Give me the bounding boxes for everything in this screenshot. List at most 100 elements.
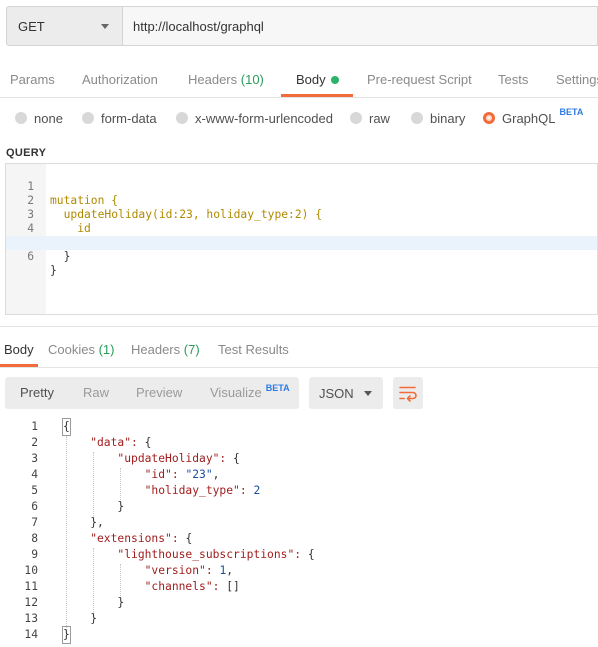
- line-content: "data": {: [63, 436, 152, 449]
- response-tab-headers[interactable]: Headers (7): [131, 336, 200, 366]
- line-number: 14: [24, 628, 38, 641]
- radio-selected-icon: [483, 112, 495, 124]
- line-content: }: [50, 250, 71, 263]
- line-content: "holiday_type": 2: [63, 484, 261, 497]
- wrap-lines-button[interactable]: [393, 377, 423, 409]
- tab-label: Authorization: [82, 72, 158, 87]
- line-content: }: [63, 612, 98, 625]
- radio-circle-icon: [15, 112, 27, 124]
- radio-circle-icon: [411, 112, 423, 124]
- radio-circle-icon: [350, 112, 362, 124]
- response-tab-body[interactable]: Body: [4, 336, 34, 366]
- line-content: "id": "23",: [63, 468, 220, 481]
- radio-none[interactable]: none: [15, 104, 63, 132]
- active-tab-indicator: [0, 364, 38, 367]
- radio-label: GraphQL: [502, 110, 556, 126]
- query-editor[interactable]: 1 mutation { 2 updateHoliday(id:23, holi…: [5, 163, 598, 315]
- line-number: 6: [27, 250, 34, 263]
- code-line: 6 }: [0, 499, 598, 515]
- code-line: 2 "data": {: [0, 435, 598, 451]
- radio-label: form-data: [101, 110, 157, 126]
- method-label: GET: [18, 18, 45, 34]
- tab-body[interactable]: Body: [296, 56, 339, 97]
- tab-label: Headers: [188, 72, 238, 87]
- response-code: 1{ 2 "data": { 3 "updateHoliday": { 4 "i…: [0, 418, 598, 644]
- tab-authorization[interactable]: Authorization: [82, 56, 158, 97]
- button-label: Visualize: [210, 385, 262, 400]
- code-line: 8 "extensions": {: [0, 531, 598, 547]
- code-line: 9 "lighthouse_subscriptions": {: [0, 547, 598, 563]
- line-content: {: [62, 418, 71, 436]
- line-content: }: [50, 264, 57, 277]
- radio-circle-icon: [82, 112, 94, 124]
- code-line: 3 id: [6, 194, 597, 235]
- response-tabs: Body Cookies (1) Headers (7) Test Result…: [0, 336, 598, 368]
- radio-x-www-form-urlencoded[interactable]: x-www-form-urlencoded: [176, 104, 333, 132]
- tab-headers[interactable]: Headers (10): [188, 56, 264, 97]
- tab-label: Tests: [498, 72, 529, 87]
- code-line: 1 mutation {: [6, 166, 597, 207]
- url-input[interactable]: http://localhost/graphql: [123, 6, 598, 46]
- json-value: []: [226, 580, 240, 593]
- json-value: {: [307, 548, 315, 561]
- radio-label: x-www-form-urlencoded: [195, 110, 333, 126]
- tab-label: Body: [296, 72, 326, 87]
- radio-binary[interactable]: binary: [411, 104, 465, 132]
- line-content: }: [62, 626, 71, 644]
- code-line: 5 "holiday_type": 2: [0, 483, 598, 499]
- line-number: 12: [24, 596, 38, 609]
- json-value: {: [233, 452, 240, 465]
- radio-form-data[interactable]: form-data: [82, 104, 157, 132]
- json-value: {: [144, 436, 152, 449]
- beta-badge: BETA: [559, 107, 584, 117]
- request-tabs: Params Authorization Headers (10) Body P…: [0, 56, 598, 98]
- code-line: 12 }: [0, 595, 598, 611]
- tab-count: (10): [240, 72, 264, 87]
- line-content: "lighthouse_subscriptions": {: [63, 548, 315, 561]
- tab-tests[interactable]: Tests: [498, 56, 528, 97]
- tab-settings[interactable]: Settings: [556, 56, 598, 97]
- code-line: 5 }: [6, 222, 597, 263]
- line-content: "extensions": {: [63, 532, 193, 545]
- tab-pre-request-script[interactable]: Pre-request Script: [367, 56, 472, 97]
- view-preview-button[interactable]: Preview: [136, 377, 182, 409]
- line-number: 2: [31, 436, 38, 449]
- response-tab-test-results[interactable]: Test Results: [218, 336, 289, 366]
- button-label: Raw: [83, 385, 110, 400]
- code-line-active: 6 }: [6, 236, 597, 277]
- body-type-options: none form-data x-www-form-urlencoded raw…: [0, 104, 598, 132]
- view-pretty-button[interactable]: Pretty: [20, 377, 54, 409]
- line-number: 8: [31, 532, 38, 545]
- tab-label: Pre-request Script: [367, 72, 472, 87]
- line-number: 9: [31, 548, 38, 561]
- tab-label: Cookies: [48, 342, 95, 357]
- tab-label: Settings: [556, 72, 598, 87]
- response-viewer[interactable]: 1{ 2 "data": { 3 "updateHoliday": { 4 "i…: [0, 418, 598, 647]
- view-visualize-button[interactable]: Visualize BETA: [210, 377, 290, 409]
- query-label: QUERY: [6, 147, 47, 159]
- code-line: 10 "version": 1,: [0, 563, 598, 579]
- code-line: 13 }: [0, 611, 598, 627]
- radio-label: raw: [369, 110, 390, 126]
- line-content: "updateHoliday": {: [63, 452, 240, 465]
- radio-label: binary: [430, 110, 466, 126]
- radio-label: none: [34, 110, 63, 126]
- tab-params[interactable]: Params: [10, 56, 55, 97]
- chevron-down-icon: [101, 24, 109, 29]
- view-raw-button[interactable]: Raw: [83, 377, 109, 409]
- active-tab-indicator: [281, 94, 353, 97]
- line-content: "version": 1,: [63, 564, 234, 577]
- radio-graphql[interactable]: GraphQL BETA: [483, 104, 583, 132]
- tab-label: Headers: [131, 342, 181, 357]
- radio-raw[interactable]: raw: [350, 104, 390, 132]
- code-line: 7 },: [0, 515, 598, 531]
- method-select[interactable]: GET: [6, 6, 123, 46]
- line-number: 1: [31, 420, 38, 433]
- response-tab-cookies[interactable]: Cookies (1): [48, 336, 114, 366]
- json-value: "23": [185, 468, 213, 481]
- format-select[interactable]: JSON: [309, 377, 383, 409]
- query-code: 1 mutation { 2 updateHoliday(id:23, holi…: [6, 166, 597, 277]
- format-label: JSON: [319, 385, 354, 401]
- request-bar: GET http://localhost/graphql: [6, 6, 598, 46]
- line-number: 6: [31, 500, 38, 513]
